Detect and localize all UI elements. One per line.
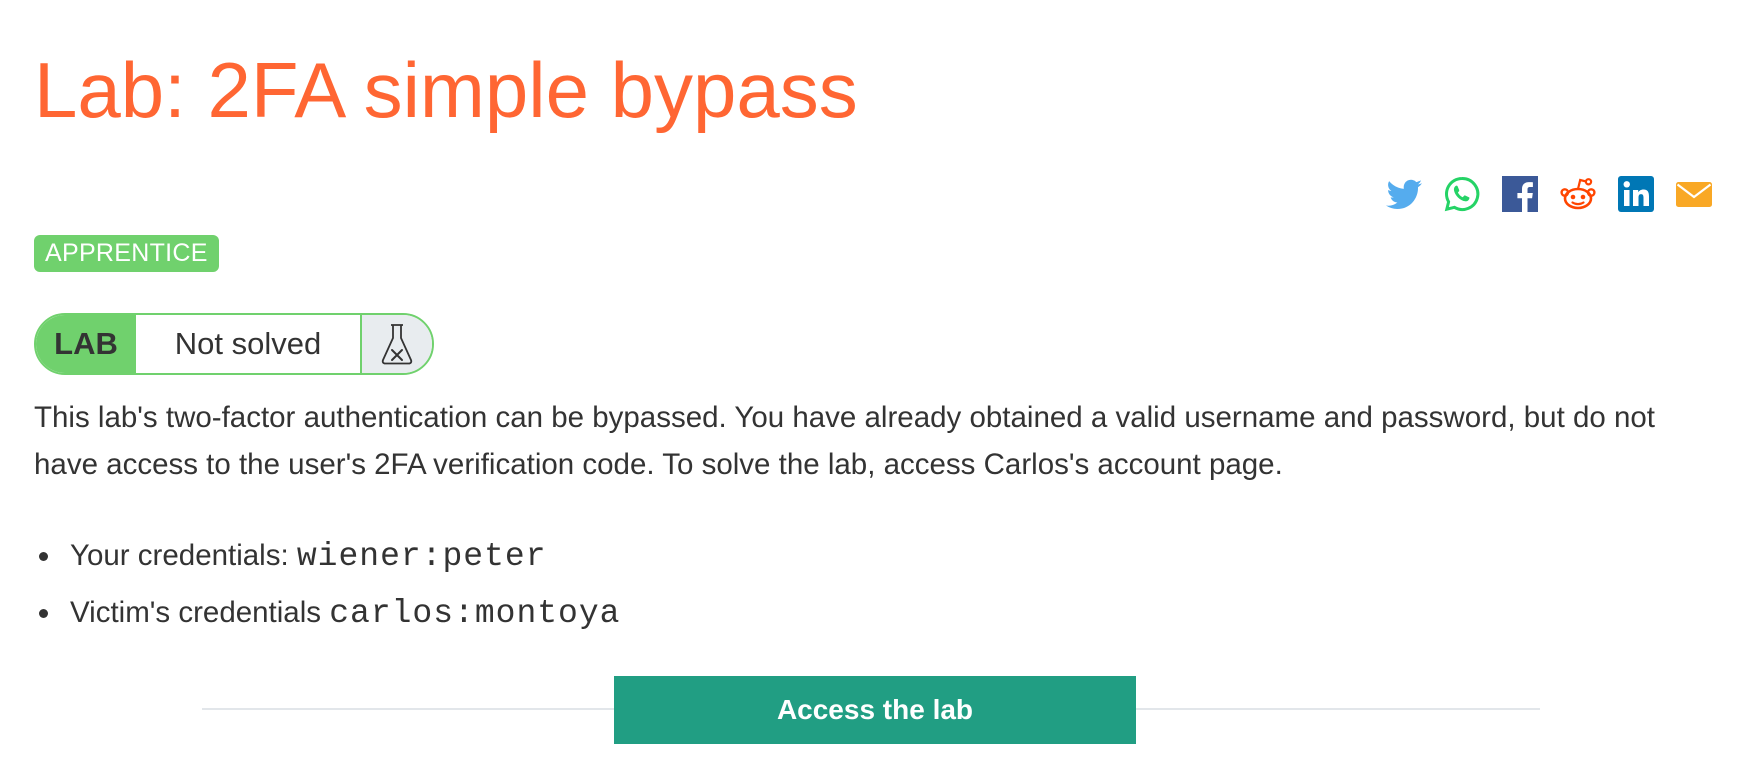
credentials-list: Your credentials: wiener:peter Victim's … (34, 527, 620, 641)
reddit-icon[interactable] (1558, 174, 1598, 214)
lab-tag: LAB (36, 315, 136, 373)
whatsapp-icon[interactable] (1442, 174, 1482, 214)
lab-status-text: Not solved (136, 315, 362, 373)
list-item: Victim's credentials carlos:montoya (34, 584, 620, 641)
list-item: Your credentials: wiener:peter (34, 527, 620, 584)
linkedin-icon[interactable] (1616, 174, 1656, 214)
facebook-icon[interactable] (1500, 174, 1540, 214)
lab-status-widget: LAB Not solved (34, 313, 434, 375)
twitter-icon[interactable] (1384, 174, 1424, 214)
difficulty-badge: APPRENTICE (34, 235, 219, 272)
access-lab-button[interactable]: Access the lab (614, 676, 1136, 744)
page-title: Lab: 2FA simple bypass (34, 46, 858, 134)
credential-label: Your credentials: (70, 539, 297, 572)
lab-description: This lab's two-factor authentication can… (34, 401, 1655, 481)
credential-label: Victim's credentials (70, 596, 330, 629)
credential-value: wiener:peter (296, 538, 547, 575)
share-bar (1384, 174, 1714, 214)
credential-value: carlos:montoya (329, 595, 621, 632)
flask-not-solved-icon (362, 315, 432, 373)
email-icon[interactable] (1674, 174, 1714, 214)
